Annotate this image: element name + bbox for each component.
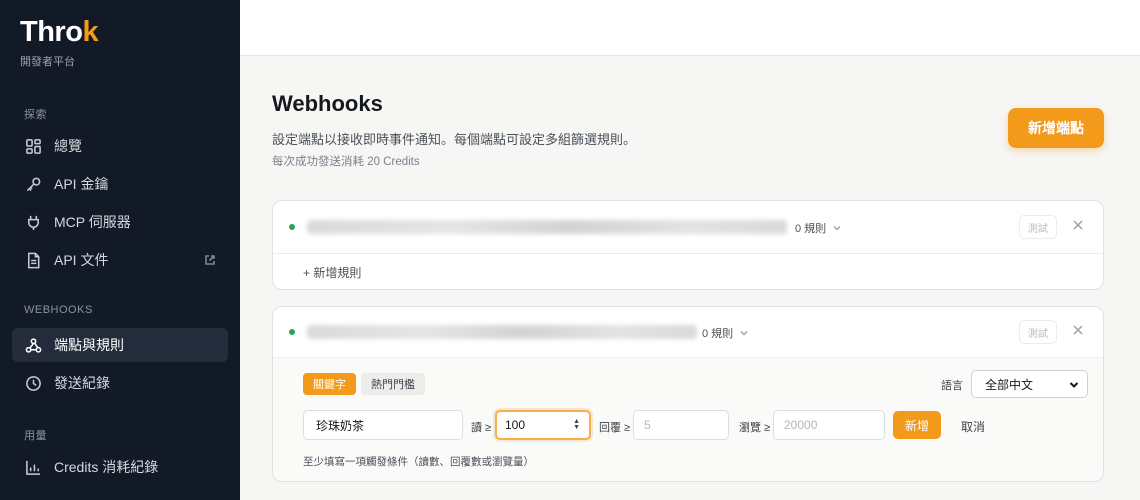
sidebar-item-api-keys[interactable]: API 金鑰	[12, 167, 228, 201]
tab-popularity-threshold[interactable]: 熱門門檻	[361, 373, 425, 395]
section-label-explore: 探索	[24, 109, 47, 121]
add-endpoint-button[interactable]: 新增端點	[1008, 108, 1104, 148]
brand-logo[interactable]: Throk	[20, 16, 99, 49]
sidebar-item-label: API 金鑰	[54, 176, 109, 192]
document-icon	[24, 251, 42, 269]
close-icon[interactable]	[1071, 218, 1085, 232]
test-button[interactable]: 測試	[1019, 215, 1057, 239]
plug-icon	[24, 213, 42, 231]
replies-input[interactable]: 5	[633, 410, 729, 440]
sidebar-item-label: API 文件	[54, 252, 109, 268]
test-button[interactable]: 測試	[1019, 320, 1057, 344]
chevron-down-icon	[740, 330, 748, 336]
sidebar-item-label: Credits 消耗紀錄	[54, 459, 159, 475]
keyword-input[interactable]: 珍珠奶茶	[303, 410, 463, 440]
trigger-hint: 至少填寫一項觸發條件（讀數、回覆數或瀏覽量）	[303, 456, 534, 468]
endpoint-header[interactable]: 0 規則 測試	[273, 201, 1103, 253]
key-icon	[24, 175, 42, 193]
grid-icon	[24, 137, 42, 155]
endpoint-card: 0 規則 測試 關鍵字 熱門門檻 語言 全部中文 珍珠奶茶 讀 ≥ 100 ▲ ▼…	[272, 306, 1104, 482]
chevron-down-icon	[1069, 382, 1079, 388]
views-input[interactable]: 20000	[773, 410, 885, 440]
external-link-icon	[204, 253, 216, 265]
sidebar-item-label: MCP 伺服器	[54, 214, 131, 230]
sidebar-item-label: 發送紀錄	[54, 375, 110, 391]
section-label-webhooks: WEBHOOKS	[24, 304, 93, 316]
clock-icon	[24, 374, 42, 392]
divider	[273, 253, 1103, 254]
stepper-icon[interactable]: ▲ ▼	[573, 418, 580, 431]
bar-chart-icon	[24, 458, 42, 476]
section-label-usage: 用量	[24, 430, 47, 442]
replies-label: 回覆 ≥	[599, 422, 631, 434]
page-description: 設定端點以接收即時事件通知。每個端點可設定多組篩選規則。	[272, 132, 637, 147]
top-bar	[240, 0, 1140, 56]
endpoint-card: 0 規則 測試 + 新增規則	[272, 200, 1104, 290]
status-dot	[289, 224, 295, 230]
reads-input[interactable]: 100 ▲ ▼	[495, 410, 591, 440]
page-title: Webhooks	[272, 91, 383, 116]
status-dot	[289, 329, 295, 335]
tab-keyword[interactable]: 關鍵字	[303, 373, 356, 395]
sidebar-item-label: 總覽	[54, 138, 82, 154]
reads-value: 100	[505, 418, 526, 432]
cancel-button[interactable]: 取消	[961, 418, 985, 435]
language-select[interactable]: 全部中文	[971, 370, 1088, 398]
rule-count-label: 0 規則	[795, 223, 827, 235]
endpoint-url-redacted	[307, 325, 697, 339]
add-rule-button[interactable]: 新增	[893, 411, 941, 439]
chevron-down-icon	[833, 225, 841, 231]
sidebar: Throk 開發者平台 探索 總覽 API 金鑰 MCP 伺服器 API 文件 …	[0, 0, 240, 500]
rule-count-toggle[interactable]: 0 規則	[702, 325, 749, 341]
close-icon[interactable]	[1071, 323, 1085, 337]
sidebar-item-overview[interactable]: 總覽	[12, 129, 228, 163]
rule-editor: 關鍵字 熱門門檻 語言 全部中文 珍珠奶茶 讀 ≥ 100 ▲ ▼ 回覆 ≥ 5 …	[273, 357, 1103, 481]
webhook-icon	[24, 336, 42, 354]
endpoint-url-redacted	[307, 220, 787, 234]
sidebar-item-api-docs[interactable]: API 文件	[12, 243, 228, 277]
views-label: 瀏覽 ≥	[739, 422, 771, 434]
sidebar-item-label: 端點與規則	[54, 337, 124, 353]
reads-label: 讀 ≥	[471, 422, 492, 434]
language-label: 語言	[941, 380, 963, 392]
credits-cost-note: 每次成功發送消耗 20 Credits	[272, 156, 420, 168]
rule-count-label: 0 規則	[702, 328, 734, 340]
sidebar-item-mcp-server[interactable]: MCP 伺服器	[12, 205, 228, 239]
sidebar-item-delivery-log[interactable]: 發送紀錄	[12, 366, 228, 400]
sidebar-item-endpoints-rules[interactable]: 端點與規則	[12, 328, 228, 362]
add-rule-link[interactable]: + 新增規則	[303, 264, 361, 281]
rule-count-toggle[interactable]: 0 規則	[795, 220, 842, 236]
sidebar-item-credits-log[interactable]: Credits 消耗紀錄	[12, 450, 228, 484]
endpoint-header[interactable]: 0 規則 測試	[273, 307, 1103, 357]
brand-subtitle: 開發者平台	[20, 56, 75, 68]
language-select-value: 全部中文	[985, 377, 1034, 392]
